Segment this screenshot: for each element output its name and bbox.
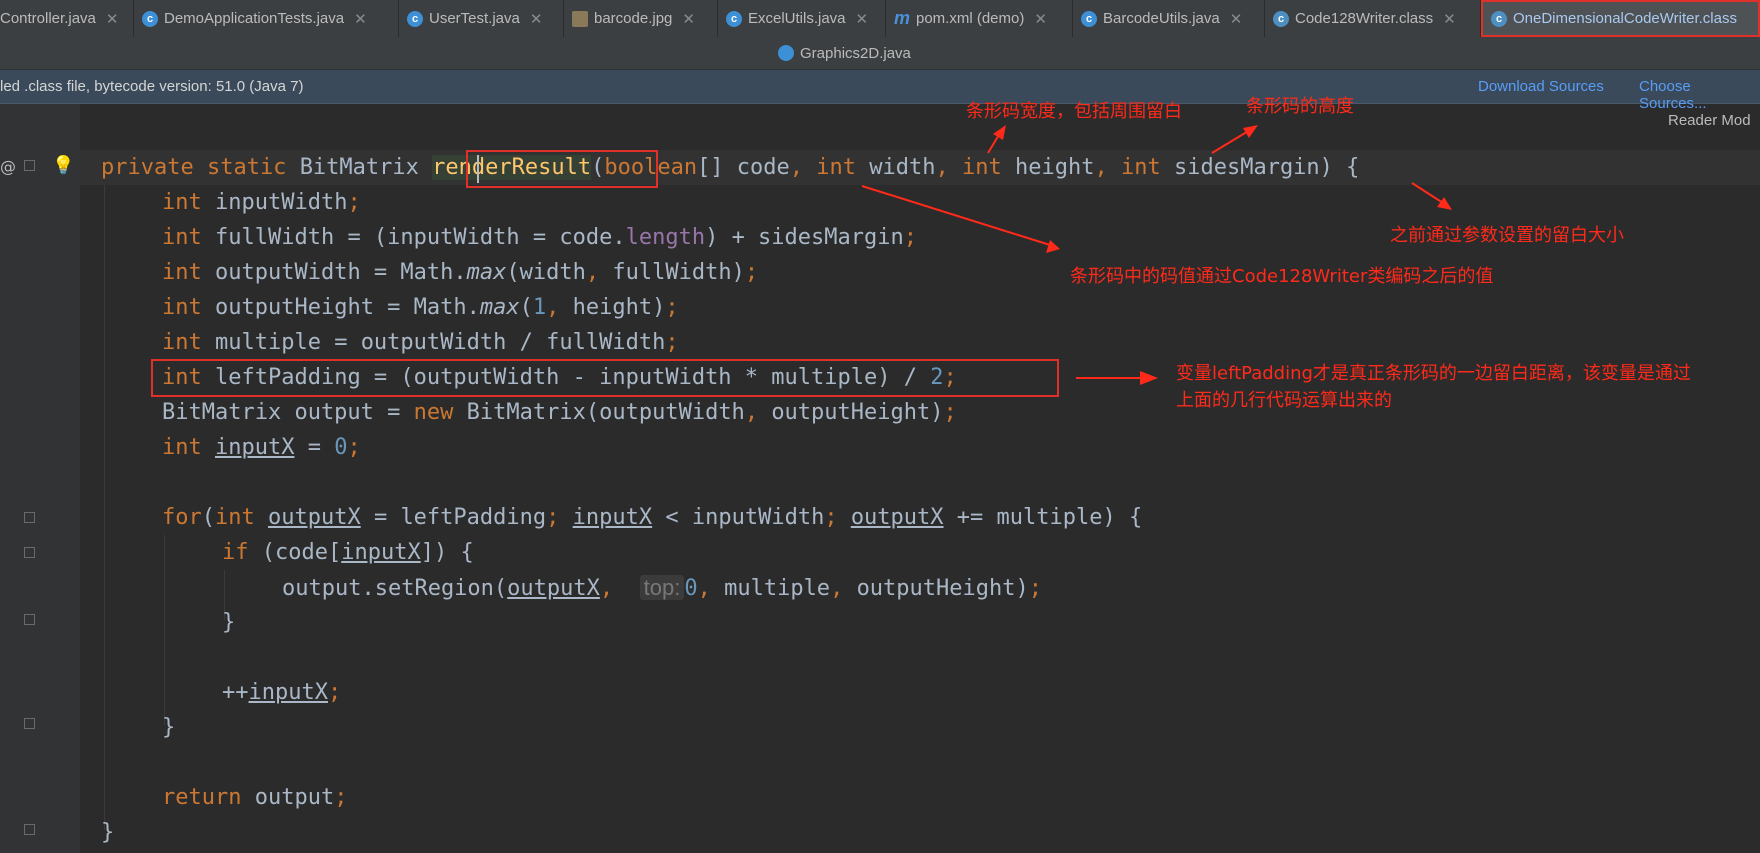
arrow-code: [861, 185, 1051, 246]
annotation-arrows: [861, 125, 1452, 385]
arrowhead: [1437, 197, 1452, 210]
arrowhead: [993, 125, 1006, 140]
arrowhead: [1140, 371, 1158, 385]
arrow-height: [1211, 129, 1251, 154]
arrowhead: [1046, 240, 1060, 253]
arrowhead: [1243, 125, 1258, 138]
arrow-margin: [1411, 182, 1444, 204]
